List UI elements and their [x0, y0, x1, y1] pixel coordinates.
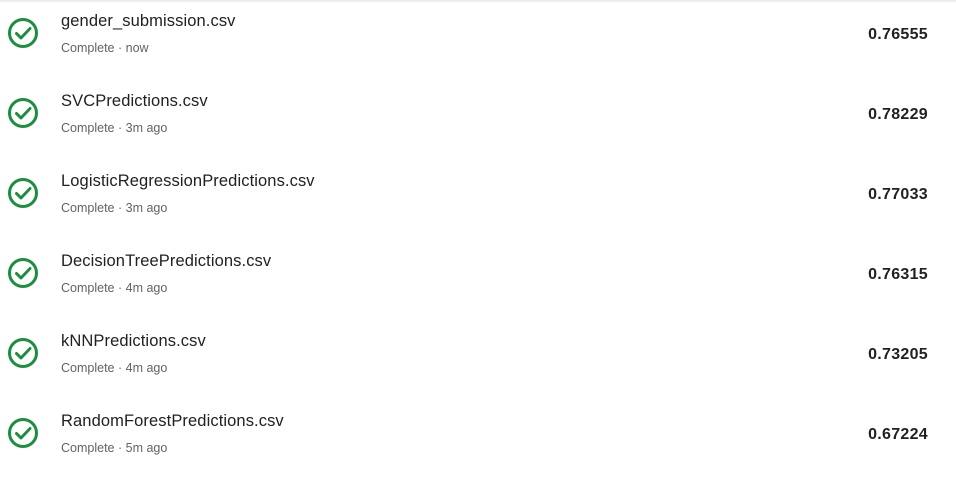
- submission-meta: Complete · 3m ago: [61, 121, 167, 135]
- submission-meta: Complete · 4m ago: [61, 281, 167, 295]
- submission-score: 0.77033: [868, 186, 928, 203]
- submission-file-name[interactable]: LogisticRegressionPredictions.csv: [61, 172, 315, 191]
- submission-time: now: [125, 41, 149, 55]
- check-circle-icon: [7, 97, 39, 129]
- meta-separator: ·: [117, 41, 123, 55]
- submission-score: 0.76555: [868, 26, 928, 43]
- meta-separator: ·: [117, 361, 123, 375]
- meta-separator: ·: [117, 281, 123, 295]
- submission-score: 0.76315: [868, 266, 928, 283]
- submission-status: Complete: [61, 201, 115, 215]
- submission-status: Complete: [61, 41, 115, 55]
- submission-time: 4m ago: [125, 361, 168, 375]
- check-circle-icon: [7, 417, 39, 449]
- check-circle-icon: [7, 257, 39, 289]
- submission-status: Complete: [61, 441, 115, 455]
- submission-row[interactable]: RandomForestPredictions.csv Complete · 5…: [0, 400, 956, 480]
- submission-row[interactable]: kNNPredictions.csv Complete · 4m ago 0.7…: [0, 320, 956, 400]
- submission-row[interactable]: gender_submission.csv Complete · now 0.7…: [0, 0, 956, 80]
- submission-meta: Complete · now: [61, 41, 149, 55]
- submission-file-name[interactable]: kNNPredictions.csv: [61, 332, 206, 351]
- check-circle-icon: [7, 17, 39, 49]
- submission-status: Complete: [61, 121, 115, 135]
- submission-meta: Complete · 5m ago: [61, 441, 167, 455]
- meta-separator: ·: [117, 441, 123, 455]
- meta-separator: ·: [117, 201, 123, 215]
- submission-time: 3m ago: [125, 121, 168, 135]
- meta-separator: ·: [117, 121, 123, 135]
- submission-meta: Complete · 3m ago: [61, 201, 167, 215]
- submission-time: 4m ago: [125, 281, 168, 295]
- submission-file-name[interactable]: gender_submission.csv: [61, 12, 236, 31]
- submission-file-name[interactable]: RandomForestPredictions.csv: [61, 412, 284, 431]
- submissions-page: gender_submission.csv Complete · now 0.7…: [0, 0, 956, 486]
- submission-score: 0.78229: [868, 106, 928, 123]
- submission-status: Complete: [61, 281, 115, 295]
- submission-score: 0.67224: [868, 426, 928, 443]
- submission-meta: Complete · 4m ago: [61, 361, 167, 375]
- check-circle-icon: [7, 337, 39, 369]
- submissions-list: gender_submission.csv Complete · now 0.7…: [0, 0, 956, 480]
- submission-row[interactable]: SVCPredictions.csv Complete · 3m ago 0.7…: [0, 80, 956, 160]
- submission-time: 5m ago: [125, 441, 168, 455]
- submission-score: 0.73205: [868, 346, 928, 363]
- submission-row[interactable]: LogisticRegressionPredictions.csv Comple…: [0, 160, 956, 240]
- check-circle-icon: [7, 177, 39, 209]
- submission-file-name[interactable]: DecisionTreePredictions.csv: [61, 252, 271, 271]
- submission-status: Complete: [61, 361, 115, 375]
- submission-time: 3m ago: [125, 201, 168, 215]
- submission-file-name[interactable]: SVCPredictions.csv: [61, 92, 208, 111]
- submission-row[interactable]: DecisionTreePredictions.csv Complete · 4…: [0, 240, 956, 320]
